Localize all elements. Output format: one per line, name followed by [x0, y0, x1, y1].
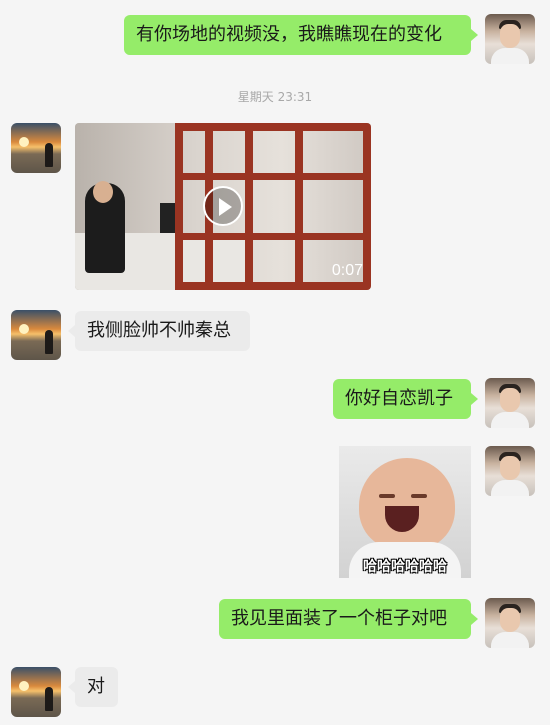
avatar-contact[interactable] [11, 310, 61, 360]
sticker-caption: 哈哈哈哈哈哈 [363, 559, 447, 575]
bubble-tail [68, 681, 75, 693]
message-bubble-received[interactable]: 我侧脸帅不帅秦总 [75, 311, 250, 351]
message-bubble-sent[interactable]: 我见里面装了一个柜子对吧 [219, 599, 471, 639]
bubble-tail [471, 29, 478, 41]
bubble-tail [471, 393, 478, 405]
message-bubble-sent[interactable]: 你好自恋凯子 [333, 379, 471, 419]
avatar-me[interactable] [485, 598, 535, 648]
avatar-contact[interactable] [11, 123, 61, 173]
bubble-tail [68, 325, 75, 337]
avatar-contact[interactable] [11, 667, 61, 717]
message-timestamp: 星期天 23:31 [237, 90, 313, 104]
avatar-me[interactable] [485, 14, 535, 64]
play-icon[interactable] [203, 186, 243, 226]
sticker-message[interactable]: 哈哈哈哈哈哈 [339, 446, 471, 578]
message-bubble-received[interactable]: 对 [75, 667, 118, 707]
avatar-me[interactable] [485, 378, 535, 428]
message-bubble-sent[interactable]: 有你场地的视频没，我瞧瞧现在的变化 [124, 15, 471, 55]
bubble-tail [471, 613, 478, 625]
video-duration: 0:07 [331, 262, 363, 279]
avatar-me[interactable] [485, 446, 535, 496]
video-message[interactable]: 0:07 [75, 123, 371, 290]
